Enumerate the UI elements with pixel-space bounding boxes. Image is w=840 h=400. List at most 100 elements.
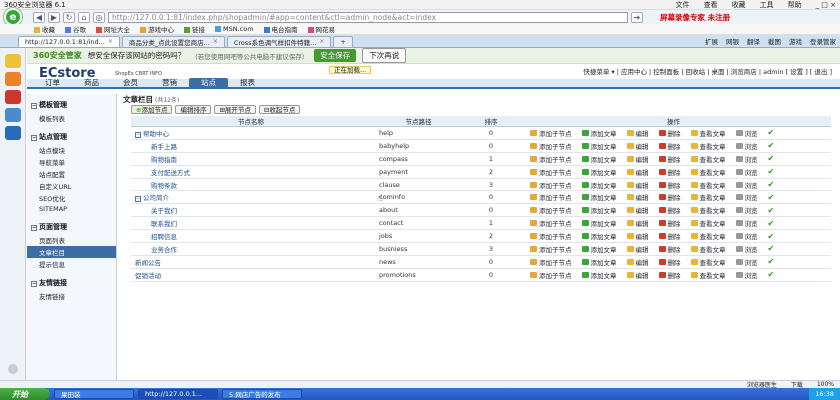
start-button[interactable]: 开始 <box>0 388 50 400</box>
top-links[interactable]: 快捷菜单 ▾ | 应用中心 | 控制面板 | 回收站 | 桌面 | 浏览商店 |… <box>583 66 832 76</box>
check-icon[interactable]: ✔ <box>768 270 775 279</box>
delete-button[interactable]: 删除 <box>658 218 681 228</box>
edit-button[interactable]: 编辑 <box>626 192 649 202</box>
view-articles-button[interactable]: 查看文章 <box>690 205 726 215</box>
browse-button[interactable]: 浏览 <box>735 205 758 215</box>
translate-button[interactable]: 翻译 <box>747 36 760 46</box>
add-article-button[interactable]: 添加文章 <box>581 167 617 177</box>
forward-arrow-icon[interactable]: ▶ <box>48 11 60 23</box>
expand-nodes-button[interactable]: ⊞展开节点 <box>214 105 256 114</box>
add-child-node-button[interactable]: 添加子节点 <box>530 205 572 215</box>
view-articles-button[interactable]: 查看文章 <box>690 128 726 138</box>
close-icon[interactable]: × <box>319 38 324 45</box>
add-article-button[interactable]: 添加文章 <box>581 231 617 241</box>
check-icon[interactable]: ✔ <box>768 219 775 228</box>
add-child-node-button[interactable]: 添加子节点 <box>530 257 572 267</box>
browse-button[interactable]: 浏览 <box>735 244 758 254</box>
table-row[interactable]: 新手上路 babyhelp 0 添加子节点 添加文章 编辑 删除 查看文章 浏览 ✔ <box>131 139 831 153</box>
collapse-nodes-button[interactable]: ⊟收起节点 <box>258 105 301 114</box>
menu-tools[interactable]: 工具 <box>760 0 774 10</box>
check-icon[interactable]: ✔ <box>768 244 775 253</box>
check-icon[interactable]: ✔ <box>768 206 775 215</box>
url-input[interactable]: http://127.0.0.1:81/index.php/shopadmin/… <box>108 11 628 23</box>
node-name[interactable]: 联系我们 <box>131 216 371 231</box>
nav-marketing[interactable]: 营销 <box>150 78 189 88</box>
check-icon[interactable]: ✔ <box>768 154 775 163</box>
favorites-star-icon[interactable] <box>5 54 21 68</box>
add-article-button[interactable]: 添加文章 <box>581 218 617 228</box>
bookmark-item[interactable]: 链接 <box>184 24 205 34</box>
edit-button[interactable]: 编辑 <box>626 167 649 177</box>
delete-button[interactable]: 删除 <box>658 257 681 267</box>
browse-button[interactable]: 浏览 <box>735 154 758 164</box>
node-name[interactable]: − 公司简介 <box>131 190 371 205</box>
edit-button[interactable]: 编辑 <box>626 141 649 151</box>
bookmark-item[interactable]: MSN.com <box>215 25 254 33</box>
edit-button[interactable]: 编辑 <box>626 231 649 241</box>
check-icon[interactable]: ✔ <box>768 167 775 176</box>
table-row[interactable]: 新闻公告 news 0 添加子节点 添加文章 编辑 删除 查看文章 浏览 ✔ <box>131 255 831 269</box>
menu-item-site-modules[interactable]: 站点模块 <box>27 144 116 156</box>
node-name[interactable]: 新手上路 <box>131 139 371 153</box>
tab-admin[interactable]: http://127.0.0.1:81/ind... × <box>18 35 120 47</box>
nav-reports[interactable]: 报表 <box>228 78 267 88</box>
view-articles-button[interactable]: 查看文章 <box>690 244 726 254</box>
task-item[interactable]: http://127.0.0.1... <box>138 389 218 399</box>
table-row[interactable]: 支付配送方式 payment 2 添加子节点 添加文章 编辑 删除 查看文章 浏览 ✔ <box>131 165 831 179</box>
menu-help[interactable]: 帮助 <box>788 0 802 10</box>
check-icon[interactable]: ✔ <box>768 128 775 137</box>
check-icon[interactable]: ✔ <box>768 141 775 150</box>
add-article-button[interactable]: 添加文章 <box>581 205 617 215</box>
add-child-node-button[interactable]: 添加子节点 <box>530 270 572 280</box>
add-child-node-button[interactable]: 添加子节点 <box>530 218 572 228</box>
add-child-node-button[interactable]: 添加子节点 <box>530 180 572 190</box>
menu-group-site[interactable]: − 站点管理 <box>27 130 116 144</box>
view-articles-button[interactable]: 查看文章 <box>690 192 726 202</box>
task-item[interactable]: 果田装 <box>54 389 134 399</box>
add-article-button[interactable]: 添加文章 <box>581 154 617 164</box>
edit-button[interactable]: 编辑 <box>626 270 649 280</box>
add-child-node-button[interactable]: 添加子节点 <box>530 154 572 164</box>
back-arrow-icon[interactable]: ◀ <box>33 11 45 23</box>
view-articles-button[interactable]: 查看文章 <box>690 141 726 151</box>
check-icon[interactable]: ✔ <box>768 180 775 189</box>
menu-favorites[interactable]: 收藏 <box>732 0 746 10</box>
menu-file[interactable]: 文件 <box>676 0 690 10</box>
screenshot-button[interactable]: 截图 <box>768 36 781 46</box>
menu-group-templates[interactable]: − 模板管理 <box>27 98 116 112</box>
collapse-icon[interactable]: − <box>135 131 141 138</box>
view-articles-button[interactable]: 查看文章 <box>690 180 726 190</box>
node-name[interactable]: 关于我们 <box>131 203 371 218</box>
delete-button[interactable]: 删除 <box>658 141 681 151</box>
menu-item-article-nodes[interactable]: 文章栏目 <box>27 246 116 258</box>
delete-button[interactable]: 删除 <box>658 205 681 215</box>
tab-cross[interactable]: Cross系色调气样扣件特籍... × <box>226 35 332 47</box>
add-child-node-button[interactable]: 添加子节点 <box>530 141 572 151</box>
bookmark-item[interactable]: 网花易 <box>307 24 335 34</box>
edit-button[interactable]: 编辑 <box>626 257 649 267</box>
menu-item-custom-url[interactable]: 自定义URL <box>27 180 116 192</box>
add-article-button[interactable]: 添加文章 <box>581 192 617 202</box>
delete-button[interactable]: 删除 <box>658 270 681 280</box>
browse-button[interactable]: 浏览 <box>735 180 758 190</box>
browse-button[interactable]: 浏览 <box>735 192 758 202</box>
collapse-icon[interactable]: − <box>135 196 141 203</box>
clock-icon[interactable] <box>5 108 21 122</box>
later-button[interactable]: 下次再说 <box>362 48 407 63</box>
menu-item-friend-links[interactable]: 友情链接 <box>27 290 116 302</box>
table-row[interactable]: 招聘信息 jobs 2 添加子节点 添加文章 编辑 删除 查看文章 浏览 ✔ <box>131 229 831 244</box>
view-articles-button[interactable]: 查看文章 <box>690 154 726 164</box>
zoom-level[interactable]: 100% <box>817 381 834 388</box>
nav-goods[interactable]: 商品 <box>72 78 111 88</box>
tab-category[interactable]: 商品分类_点此设置您商店... × <box>121 35 225 47</box>
table-row[interactable]: 促销活动 promotions 0 添加子节点 添加文章 编辑 删除 查看文章 浏览 ✔ <box>131 268 831 282</box>
menu-item-seo[interactable]: SEO优化 <box>27 192 116 204</box>
collapse-icon[interactable]: − <box>31 225 37 231</box>
add-child-node-button[interactable]: 添加子节点 <box>530 192 572 202</box>
browse-button[interactable]: 浏览 <box>735 270 758 280</box>
node-name[interactable]: 购物指南 <box>131 152 371 166</box>
task-item[interactable]: 5.网店广告的发布 <box>222 389 302 399</box>
add-article-button[interactable]: 添加文章 <box>581 180 617 190</box>
delete-button[interactable]: 删除 <box>658 180 681 190</box>
node-name[interactable]: 支付配送方式 <box>131 165 371 179</box>
